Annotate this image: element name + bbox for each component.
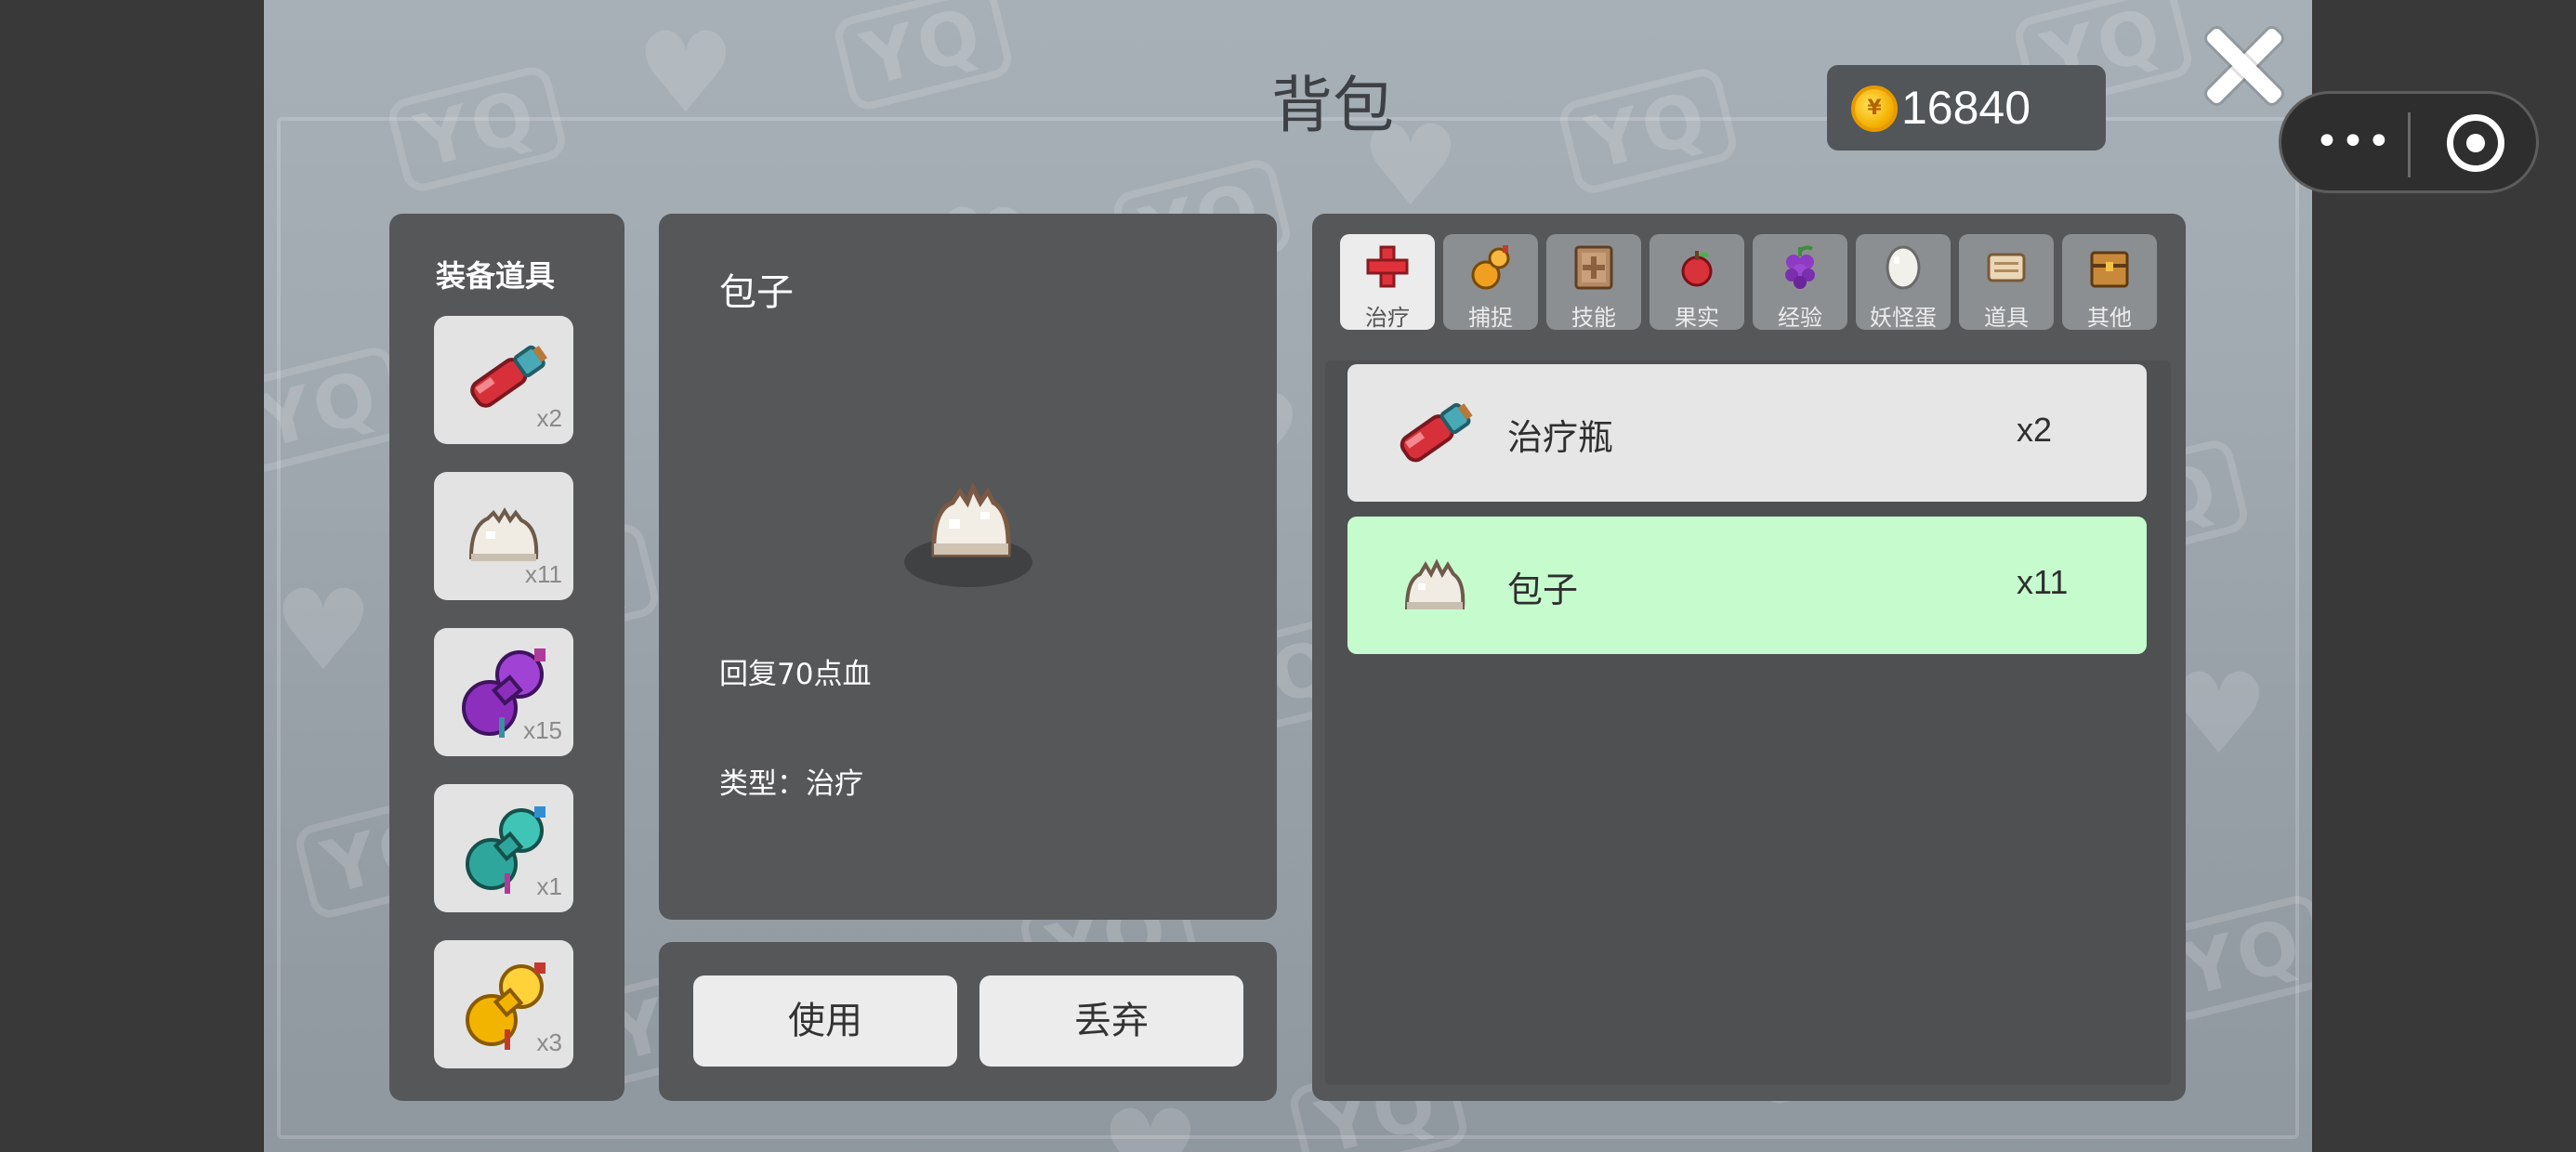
steamed-bun-icon xyxy=(931,481,1011,557)
tab-experience[interactable]: 经验 xyxy=(1753,234,1847,331)
coin-amount: 16840 xyxy=(1901,82,2031,134)
heart-decoration-icon: ♥ xyxy=(636,9,736,138)
item-quantity: x15 xyxy=(523,716,562,744)
more-options-icon[interactable]: ••• xyxy=(2315,122,2393,163)
watermark: YQ xyxy=(831,0,1016,114)
coin-balance: ¥ 16840 xyxy=(1827,65,2106,151)
item-detail-name: 包子 xyxy=(719,271,794,314)
equip-slot[interactable]: x3 xyxy=(434,940,573,1068)
page-title: 背包 xyxy=(1271,70,1394,141)
equip-slot[interactable]: x15 xyxy=(434,628,573,756)
tab-label: 技能 xyxy=(1571,305,1616,331)
bag-panel: 治疗 捕捉 技能 果实 经验 妖怪蛋 道具 其他 治疗瓶 x2 包子 x11 xyxy=(1312,214,2186,1101)
heart-decoration-icon: ♥ xyxy=(1100,1087,1201,1152)
item-row-quantity: x11 xyxy=(2017,563,2069,601)
tab-other[interactable]: 其他 xyxy=(2062,234,2157,331)
item-quantity: x1 xyxy=(536,872,562,900)
equip-panel: 装备道具 x2 x11 x15 x1 x3 xyxy=(389,214,624,1101)
tab-label: 其他 xyxy=(2087,305,2132,331)
healing-vial-icon xyxy=(1400,402,1473,463)
use-button[interactable]: 使用 xyxy=(693,975,957,1067)
gold-coin-icon: ¥ xyxy=(1851,85,1898,132)
tab-items[interactable]: 道具 xyxy=(1959,234,2054,331)
tab-label: 捕捉 xyxy=(1468,305,1513,331)
item-detail-description: 回复70点血 xyxy=(719,658,872,691)
item-row-selected[interactable]: 包子 x11 xyxy=(1347,517,2147,654)
close-icon[interactable] xyxy=(2199,20,2288,110)
capsule-divider xyxy=(2408,112,2411,177)
tab-heal[interactable]: 治疗 xyxy=(1340,234,1435,331)
item-quantity: x3 xyxy=(536,1028,562,1056)
mini-program-capsule: ••• xyxy=(2279,91,2539,193)
item-quantity: x2 xyxy=(536,404,562,432)
equip-slot[interactable]: x1 xyxy=(434,784,573,912)
letterbox-left xyxy=(0,0,264,1152)
tab-label: 道具 xyxy=(1984,305,2029,331)
tab-label: 经验 xyxy=(1778,305,1822,331)
equip-panel-title: 装备道具 xyxy=(436,258,556,294)
tab-label: 果实 xyxy=(1675,305,1719,331)
item-detail-panel: 包子 回复70点血 类型：治疗 xyxy=(659,214,1277,920)
exit-target-icon[interactable] xyxy=(2447,114,2504,172)
tab-capture[interactable]: 捕捉 xyxy=(1443,234,1538,331)
tab-label: 治疗 xyxy=(1365,305,1410,331)
inventory-screen: YQ YQ YQ YQ YQ YQ YQ YQ YQ YQ YQ YQ YQ Y… xyxy=(264,0,2312,1152)
item-detail-type: 类型：治疗 xyxy=(719,767,863,801)
red-cross-icon xyxy=(1366,245,1409,288)
action-panel: 使用 丢弃 xyxy=(659,942,1277,1101)
scroll-icon xyxy=(1987,253,2026,282)
tab-skill[interactable]: 技能 xyxy=(1546,234,1641,331)
chest-icon xyxy=(2090,251,2129,288)
equip-slot[interactable]: x2 xyxy=(434,316,573,444)
apple-icon xyxy=(1681,251,1713,287)
item-row[interactable]: 治疗瓶 x2 xyxy=(1347,364,2147,502)
equip-slot[interactable]: x11 xyxy=(434,472,573,600)
grape-icon xyxy=(1785,245,1815,289)
heart-decoration-icon: ♥ xyxy=(273,567,374,696)
item-quantity: x11 xyxy=(525,560,562,588)
tab-label: 妖怪蛋 xyxy=(1870,305,1937,331)
steamed-bun-icon xyxy=(1404,558,1465,609)
discard-button[interactable]: 丢弃 xyxy=(979,975,1243,1067)
egg-icon xyxy=(1886,245,1921,290)
tab-fruit[interactable]: 果实 xyxy=(1649,234,1744,331)
skill-book-icon xyxy=(1574,245,1613,290)
item-row-name: 治疗瓶 xyxy=(1507,417,1614,458)
item-row-quantity: x2 xyxy=(2017,411,2053,449)
gourd-icon xyxy=(1471,245,1510,290)
item-list: 治疗瓶 x2 包子 x11 xyxy=(1325,360,2171,1085)
tab-monster-egg[interactable]: 妖怪蛋 xyxy=(1856,234,1951,331)
item-row-name: 包子 xyxy=(1507,569,1579,610)
